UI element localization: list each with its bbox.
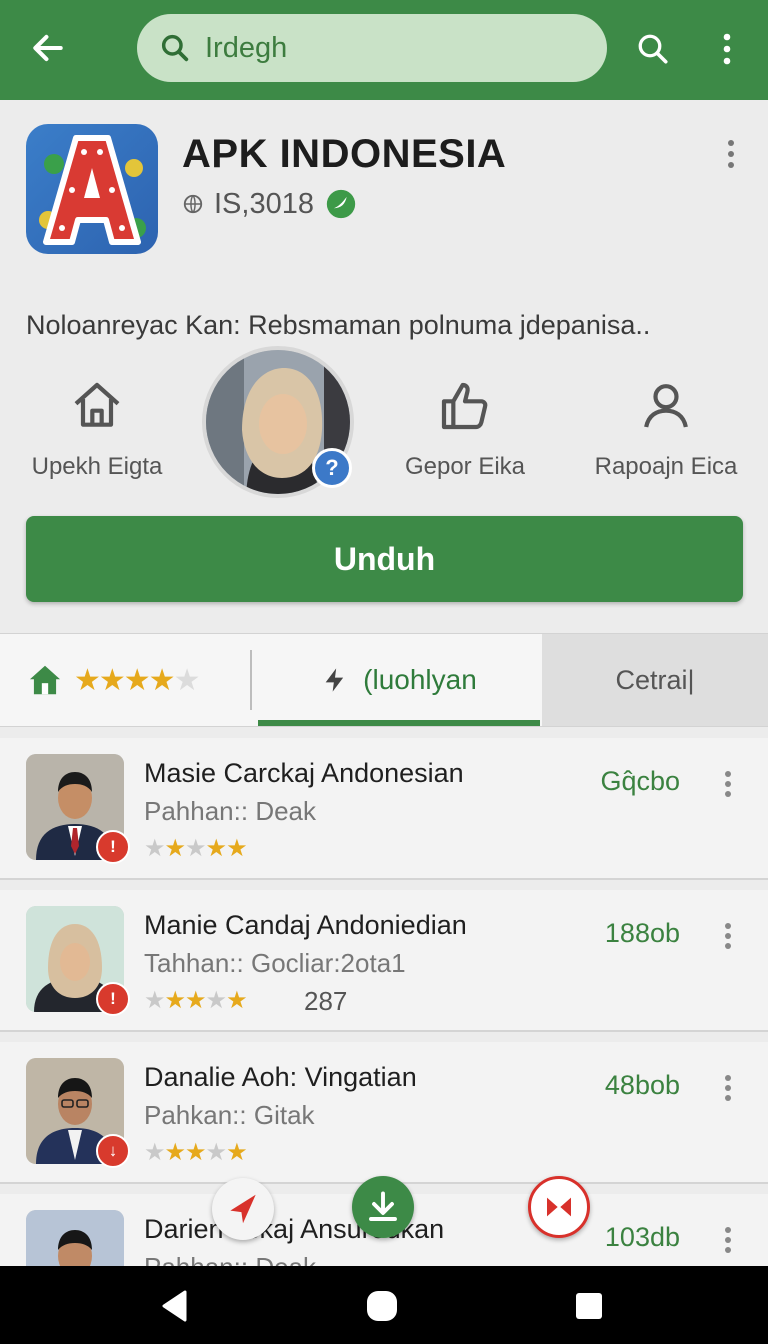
tab-bar: ★★★★★ (luohlyan Cetrai| bbox=[0, 633, 768, 727]
rating-stars: ★★★★★ bbox=[74, 663, 200, 697]
nav-home-button[interactable] bbox=[360, 1284, 404, 1328]
home-icon bbox=[29, 665, 61, 695]
download-button[interactable]: Unduh bbox=[26, 516, 743, 602]
list-item[interactable]: ! Masie Carckaj Andonesian Pahhan:: Deak… bbox=[0, 738, 768, 880]
tab-rating[interactable]: ★★★★★ bbox=[0, 634, 250, 726]
overflow-menu-button[interactable] bbox=[712, 26, 742, 72]
item-subtitle: Pahkan:: Gitak bbox=[144, 1100, 315, 1130]
thumbs-up-icon bbox=[441, 382, 488, 430]
quick-action-label: Upekh Eigta bbox=[31, 453, 163, 480]
item-subtitle: Tahhan:: Gocliar:2ota1 bbox=[144, 948, 406, 978]
item-title: Danalie Aoh: Vingatian bbox=[144, 1062, 417, 1092]
nav-home-icon bbox=[367, 1291, 397, 1321]
top-app-bar: Irdegh bbox=[0, 0, 768, 100]
more-vert-icon bbox=[723, 33, 731, 65]
bowtie-icon bbox=[547, 1197, 571, 1217]
search-button[interactable] bbox=[630, 26, 676, 72]
search-icon bbox=[638, 34, 668, 64]
item-title: Manie Candaj Andoniedian bbox=[144, 910, 467, 940]
arrow-left-icon bbox=[33, 34, 63, 62]
lightning-icon bbox=[325, 668, 344, 692]
nav-back-icon bbox=[162, 1290, 187, 1322]
app-more-button[interactable] bbox=[718, 134, 744, 174]
item-stars: ★★★★★ bbox=[144, 835, 248, 862]
home-icon bbox=[74, 382, 120, 427]
search-query-text: Irdegh bbox=[205, 31, 288, 64]
item-size: 188ob bbox=[604, 918, 680, 948]
quick-action-label: Rapoajn Eica bbox=[594, 453, 738, 480]
item-more-button[interactable] bbox=[718, 916, 738, 956]
nav-recents-icon bbox=[576, 1293, 602, 1319]
item-size: Gq̂cbo bbox=[600, 766, 680, 796]
featured-badge: ? bbox=[312, 448, 352, 488]
quick-action-label: Gepor Eika bbox=[404, 453, 526, 480]
more-vert-icon bbox=[725, 923, 731, 949]
item-more-button[interactable] bbox=[718, 1068, 738, 1108]
nav-back-button[interactable] bbox=[152, 1284, 196, 1328]
item-size: 48bob bbox=[604, 1070, 680, 1100]
tab-active-indicator bbox=[258, 720, 540, 726]
quick-action-like[interactable]: Gepor Eika bbox=[394, 378, 536, 481]
search-field[interactable]: Irdegh bbox=[137, 14, 607, 82]
more-vert-icon bbox=[725, 771, 731, 797]
download-badge: ↓ bbox=[96, 1134, 130, 1168]
app-meta: IS,3018 bbox=[182, 186, 358, 222]
man-suit-avatar bbox=[26, 1210, 124, 1266]
more-vert-icon bbox=[725, 1075, 731, 1101]
share-fab[interactable] bbox=[212, 1178, 274, 1240]
alert-badge: ! bbox=[96, 982, 130, 1016]
quick-action-profile[interactable]: Rapoajn Eica bbox=[590, 378, 742, 481]
tab-divider bbox=[250, 650, 252, 710]
app-description: Noloanreyac Kan: Rebsmaman polnuma jdepa… bbox=[26, 310, 651, 340]
list-item[interactable]: ! Manie Candaj Andoniedian Tahhan:: Gocl… bbox=[0, 890, 768, 1032]
download-fab[interactable] bbox=[352, 1176, 414, 1238]
nav-recents-button[interactable] bbox=[567, 1284, 611, 1328]
item-stars: ★★★★★ bbox=[144, 987, 248, 1014]
download-icon bbox=[369, 1191, 397, 1221]
list-item[interactable]: ↓ Danalie Aoh: Vingatian Pahkan:: Gitak … bbox=[0, 1042, 768, 1184]
item-stars: ★★★★★ bbox=[144, 1139, 248, 1166]
item-more-button[interactable] bbox=[718, 1220, 738, 1260]
item-title: Masie Carckaj Andonesian bbox=[144, 758, 464, 788]
app-version: IS,3018 bbox=[214, 187, 314, 220]
letter-a-logo-icon bbox=[39, 135, 146, 245]
alert-badge: ! bbox=[96, 830, 130, 864]
item-more-button[interactable] bbox=[718, 764, 738, 804]
item-subtitle: Pahhan:: Deak bbox=[144, 1252, 316, 1266]
bookmark-fab[interactable] bbox=[528, 1176, 590, 1238]
app-logo bbox=[26, 124, 158, 254]
item-review-count: 287 bbox=[304, 986, 348, 1016]
item-subtitle: Pahhan:: Deak bbox=[144, 796, 317, 826]
system-nav-bar bbox=[0, 1266, 768, 1344]
person-icon bbox=[644, 384, 688, 428]
search-icon bbox=[161, 34, 189, 62]
tab-active[interactable]: (luohlyan bbox=[258, 634, 540, 726]
tab-detail-label: Cetrai| bbox=[615, 664, 695, 695]
item-size: 103db bbox=[604, 1222, 680, 1252]
avatar bbox=[26, 1210, 124, 1266]
more-vert-icon bbox=[725, 1227, 731, 1253]
app-title: APK INDONESIA bbox=[182, 132, 507, 176]
more-vert-icon bbox=[728, 140, 734, 168]
quick-action-home[interactable]: Upekh Eigta bbox=[26, 378, 168, 481]
red-arrow-icon bbox=[230, 1194, 256, 1224]
globe-icon bbox=[183, 194, 203, 214]
tab-detail[interactable]: Cetrai| bbox=[542, 634, 768, 726]
verified-leaf-icon bbox=[326, 189, 356, 219]
back-button[interactable] bbox=[26, 26, 70, 70]
tab-active-label: (luohlyan bbox=[363, 664, 477, 695]
